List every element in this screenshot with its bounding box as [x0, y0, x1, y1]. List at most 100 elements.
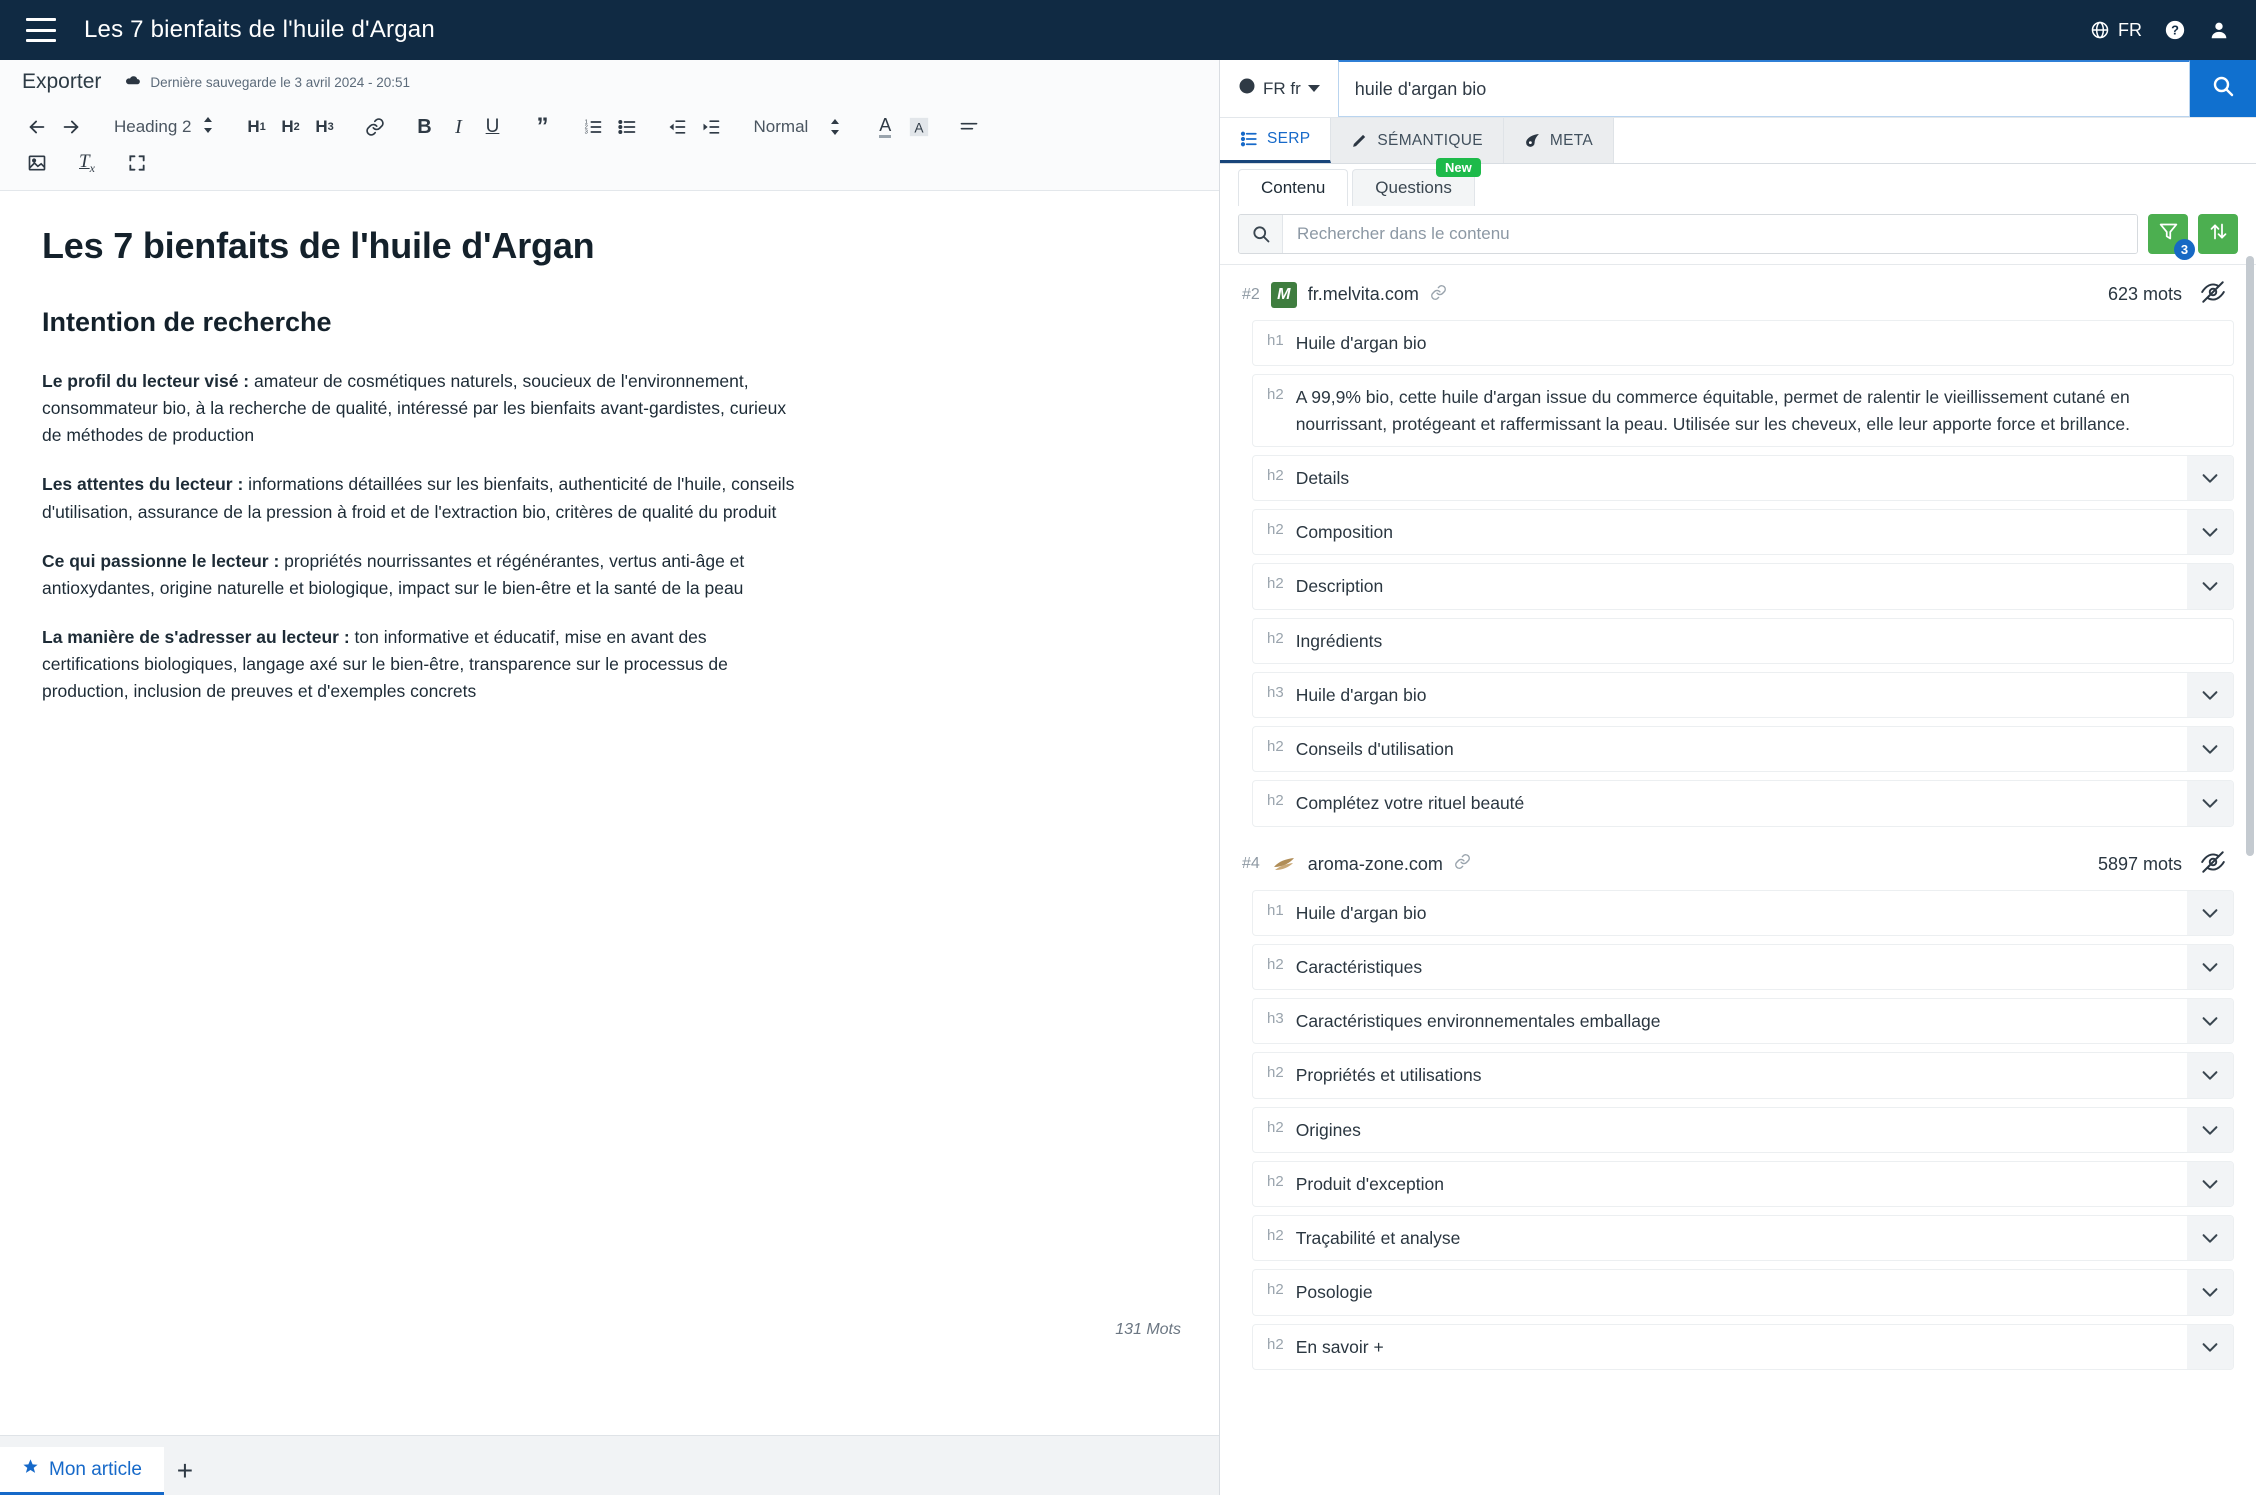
pencil-icon — [1351, 132, 1368, 149]
keyword-search-box[interactable] — [1338, 60, 2190, 117]
editor-topline: Exporter Dernière sauvegarde le 3 avril … — [0, 60, 1219, 104]
tab-contenu[interactable]: Contenu — [1238, 169, 1348, 206]
add-tab-button[interactable]: + — [164, 1447, 206, 1495]
content-search-input[interactable] — [1283, 215, 2137, 253]
fullscreen-icon[interactable] — [120, 146, 154, 180]
result-domain[interactable]: aroma-zone.com — [1308, 854, 1443, 875]
document-paragraph: Les attentes du lecteur : informations d… — [42, 471, 802, 525]
filter-button[interactable]: 3 — [2148, 214, 2188, 254]
melvita-favicon: M — [1271, 282, 1297, 308]
chevron-down-icon[interactable] — [2187, 781, 2233, 825]
chevron-down-icon[interactable] — [2187, 510, 2233, 554]
quote-icon[interactable]: ” — [526, 110, 560, 144]
search-submit-button[interactable] — [2190, 60, 2256, 117]
heading-text: En savoir + — [1296, 1334, 1384, 1360]
user-icon[interactable] — [2208, 19, 2230, 41]
heading-row[interactable]: h3Huile d'argan bio — [1252, 672, 2234, 718]
image-icon[interactable] — [20, 146, 54, 180]
language-switcher[interactable]: FR — [2090, 20, 2142, 41]
locale-selector[interactable]: FR fr — [1220, 60, 1338, 117]
heading-row[interactable]: h2Conseils d'utilisation — [1252, 726, 2234, 772]
heading-row-body: h2Propriétés et utilisations — [1253, 1053, 2187, 1097]
keyword-search-input[interactable] — [1355, 79, 2173, 100]
heading-row[interactable]: h2Ingrédients — [1252, 618, 2234, 664]
chevron-down-icon[interactable] — [2187, 1270, 2233, 1314]
size-select[interactable]: Normal — [744, 117, 819, 137]
underline-button[interactable]: U — [476, 110, 510, 144]
heading-row[interactable]: h2 A 99,9% bio, cette huile d'argan issue… — [1252, 374, 2234, 447]
heading-row[interactable]: h3Caractéristiques environnementales emb… — [1252, 998, 2234, 1044]
heading-row[interactable]: h2Propriétés et utilisations — [1252, 1052, 2234, 1098]
scrollbar-thumb[interactable] — [2246, 256, 2254, 856]
italic-button[interactable]: I — [442, 110, 476, 144]
heading-row[interactable]: h2Composition — [1252, 509, 2234, 555]
chevron-down-icon[interactable] — [2187, 1108, 2233, 1152]
heading-select-value: Heading 2 — [114, 117, 192, 137]
heading-row[interactable]: h2Caractéristiques — [1252, 944, 2234, 990]
tab-smantique[interactable]: SÉMANTIQUE — [1331, 118, 1503, 163]
document-paragraph: La manière de s'adresser au lecteur : to… — [42, 624, 802, 705]
chevron-down-icon[interactable] — [2187, 1325, 2233, 1369]
chevron-down-icon[interactable] — [2187, 456, 2233, 500]
tab-serp[interactable]: SERP — [1220, 118, 1331, 163]
tab-meta[interactable]: META — [1504, 118, 1614, 163]
heading-text: A 99,9% bio, cette huile d'argan issue d… — [1296, 384, 2219, 437]
ordered-list-icon[interactable]: 123 — [576, 110, 610, 144]
bold-button[interactable]: B — [408, 110, 442, 144]
h1-button[interactable]: H1 — [240, 110, 274, 144]
panel-scrollbar[interactable] — [2246, 256, 2254, 1486]
chevron-down-icon[interactable] — [2187, 1216, 2233, 1260]
chevron-down-icon[interactable] — [2187, 673, 2233, 717]
heading-row[interactable]: h2Details — [1252, 455, 2234, 501]
text-color-button[interactable]: A — [868, 110, 902, 144]
locale-label: FR fr — [1263, 79, 1301, 99]
redo-button[interactable] — [54, 110, 88, 144]
undo-button[interactable] — [20, 110, 54, 144]
heading-row[interactable]: h2Posologie — [1252, 1269, 2234, 1315]
heading-text: Conseils d'utilisation — [1296, 736, 1454, 762]
align-icon[interactable] — [952, 110, 986, 144]
result-header: #4aroma-zone.com5897 mots — [1220, 835, 2256, 890]
heading-text: Traçabilité et analyse — [1296, 1225, 1461, 1251]
chevron-down-icon[interactable] — [2187, 999, 2233, 1043]
eye-off-icon[interactable] — [2200, 279, 2226, 310]
heading-row[interactable]: h2En savoir + — [1252, 1324, 2234, 1370]
outdent-icon[interactable] — [660, 110, 694, 144]
heading-list: h1Huile d'argan bio h2 A 99,9% bio, cette … — [1220, 320, 2256, 827]
hamburger-icon[interactable] — [26, 18, 56, 42]
heading-tag: h2 — [1267, 384, 1284, 403]
link-icon[interactable] — [358, 110, 392, 144]
highlight-icon[interactable]: A — [902, 110, 936, 144]
link-icon[interactable] — [1430, 284, 1447, 306]
help-icon[interactable]: ? — [2164, 19, 2186, 41]
eye-off-icon[interactable] — [2200, 849, 2226, 880]
sort-button[interactable] — [2198, 214, 2238, 254]
size-select-chevron-icon[interactable] — [818, 110, 852, 144]
clear-format-icon[interactable]: Tx — [70, 146, 104, 180]
heading-row[interactable]: h2Produit d'exception — [1252, 1161, 2234, 1207]
h2-button[interactable]: H2 — [274, 110, 308, 144]
result-domain[interactable]: fr.melvita.com — [1308, 284, 1419, 305]
tab-mon-article[interactable]: Mon article — [0, 1447, 164, 1495]
heading-row[interactable]: h1Huile d'argan bio — [1252, 890, 2234, 936]
link-icon[interactable] — [1454, 853, 1471, 875]
indent-icon[interactable] — [694, 110, 728, 144]
h3-button[interactable]: H3 — [308, 110, 342, 144]
chevron-down-icon[interactable] — [2187, 727, 2233, 771]
chevron-down-icon[interactable] — [2187, 891, 2233, 935]
chevron-down-icon[interactable] — [2187, 1162, 2233, 1206]
export-button[interactable]: Exporter — [22, 70, 101, 94]
heading-select[interactable]: Heading 2 — [104, 116, 224, 139]
heading-row[interactable]: h2Traçabilité et analyse — [1252, 1215, 2234, 1261]
heading-row[interactable]: h2Origines — [1252, 1107, 2234, 1153]
heading-row[interactable]: h2Complétez votre rituel beauté — [1252, 780, 2234, 826]
chevron-down-icon[interactable] — [2187, 945, 2233, 989]
heading-row[interactable]: h1Huile d'argan bio — [1252, 320, 2234, 366]
chevron-down-icon[interactable] — [2187, 564, 2233, 608]
document-editor[interactable]: Les 7 bienfaits de l'huile d'Argan Inten… — [0, 191, 1219, 1435]
bullet-list-icon[interactable] — [610, 110, 644, 144]
heading-tag: h2 — [1267, 954, 1284, 973]
heading-row[interactable]: h2Description — [1252, 563, 2234, 609]
content-search[interactable] — [1238, 214, 2138, 254]
chevron-down-icon[interactable] — [2187, 1053, 2233, 1097]
